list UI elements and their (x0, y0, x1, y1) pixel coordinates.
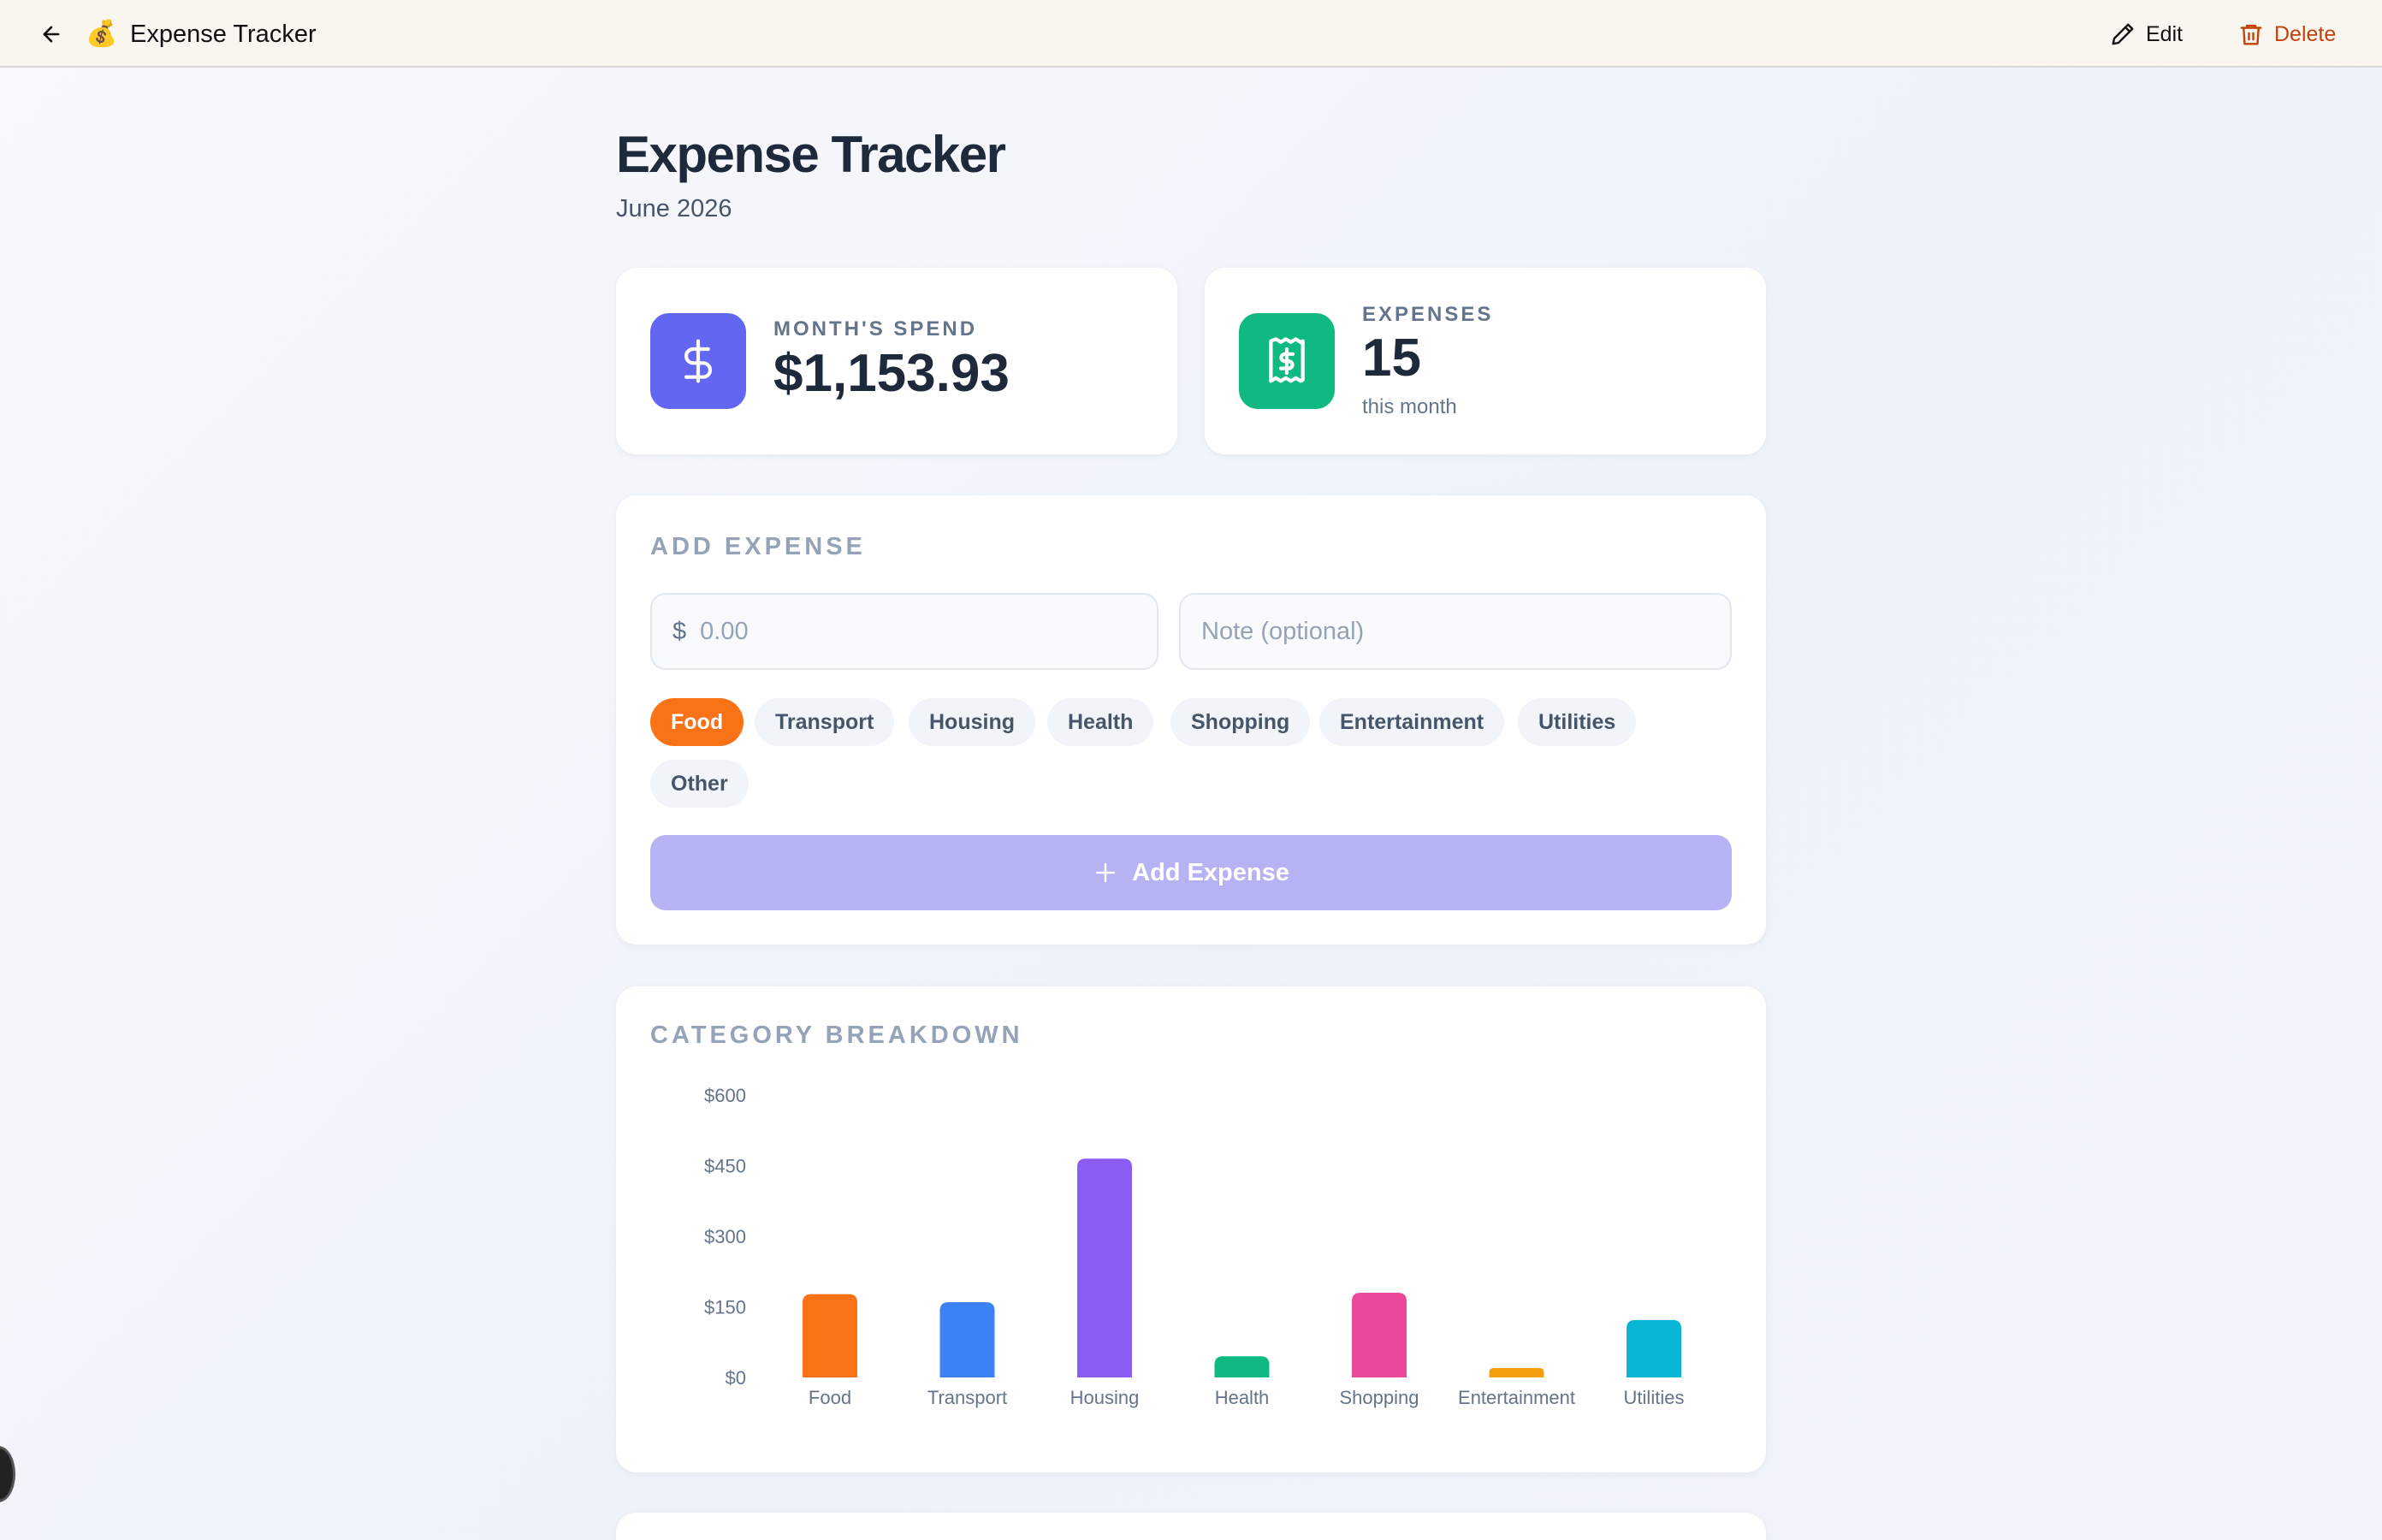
x-tick-label: Housing (1070, 1387, 1140, 1408)
x-tick-label: Utilities (1624, 1387, 1685, 1408)
x-tick-label: Transport (927, 1387, 1007, 1408)
floating-action-handle[interactable] (0, 1446, 15, 1502)
app-title: Expense Tracker (130, 21, 317, 48)
month-spend-card: MONTH'S SPEND $1,153.93 (616, 268, 1177, 454)
category-chip-food[interactable]: Food (650, 698, 744, 746)
category-bar-chart: $0 $150 $300 $450 $600 Food Transport Housing He… (704, 1085, 1685, 1408)
bar-health (1214, 1356, 1270, 1377)
bar-entertainment (1489, 1368, 1544, 1377)
category-chip-other[interactable]: Other (650, 760, 749, 808)
amount-input[interactable]: $ 0.00 (650, 593, 1158, 670)
delete-label: Delete (2274, 21, 2337, 46)
amount-placeholder: 0.00 (700, 617, 749, 645)
delete-button[interactable]: Delete (2238, 17, 2336, 51)
x-tick-label: Health (1215, 1387, 1270, 1408)
x-tick-label: Entertainment (1458, 1387, 1575, 1408)
receipt-icon (1239, 313, 1335, 409)
y-tick-label: $150 (704, 1297, 746, 1318)
arrow-left-icon (43, 26, 60, 43)
category-chip-transport[interactable]: Transport (755, 698, 895, 746)
category-chip-housing[interactable]: Housing (909, 698, 1035, 746)
x-tick-label: Shopping (1340, 1387, 1419, 1408)
category-chip-shopping[interactable]: Shopping (1170, 698, 1311, 746)
trash-icon (2240, 24, 2262, 45)
expenses-note: this month (1362, 395, 1457, 418)
expenses-value: 15 (1362, 329, 1421, 388)
bar-transport (939, 1302, 995, 1377)
next-section-card (616, 1513, 1766, 1540)
page-subtitle: June 2026 (616, 195, 732, 222)
expenses-label: EXPENSES (1362, 303, 1494, 326)
add-expense-button-label: Add Expense (1132, 858, 1289, 886)
month-spend-label: MONTH'S SPEND (773, 317, 978, 341)
y-tick-label: $600 (704, 1085, 746, 1106)
edit-label: Edit (2146, 21, 2184, 46)
add-expense-heading: ADD EXPENSE (650, 533, 866, 560)
category-chip-utilities[interactable]: Utilities (1518, 698, 1637, 746)
money-bag-icon: 💰 (86, 20, 118, 48)
back-button[interactable] (36, 19, 67, 50)
category-chip-entertainment[interactable]: Entertainment (1319, 698, 1505, 746)
y-tick-label: $300 (704, 1226, 746, 1247)
category-breakdown-card: CATEGORY BREAKDOWN $0 $150 $300 $450 $600 Foo… (616, 986, 1766, 1472)
month-spend-value: $1,153.93 (773, 344, 1010, 403)
top-bar: 💰 Expense Tracker Edit Delete (0, 0, 2382, 68)
note-placeholder: Note (optional) (1201, 617, 1365, 645)
edit-button[interactable]: Edit (2110, 17, 2183, 51)
y-tick-label: $0 (726, 1367, 746, 1389)
bar-shopping (1352, 1293, 1407, 1377)
plus-icon (1095, 862, 1116, 883)
bar-utilities (1627, 1319, 1681, 1377)
note-input[interactable]: Note (optional) (1179, 593, 1732, 670)
category-chip-health[interactable]: Health (1047, 698, 1154, 746)
dollar-icon (650, 313, 746, 409)
y-tick-label: $450 (704, 1156, 746, 1177)
bar-housing (1077, 1158, 1132, 1377)
x-tick-label: Food (809, 1387, 851, 1408)
pencil-icon (2112, 23, 2134, 45)
expenses-count-card: EXPENSES 15 this month (1205, 268, 1766, 454)
add-expense-card: ADD EXPENSE $ 0.00 Note (optional) Food … (616, 495, 1766, 945)
currency-symbol: $ (673, 617, 687, 645)
page-title: Expense Tracker (616, 126, 1006, 183)
bar-food (803, 1294, 857, 1377)
add-expense-button[interactable]: Add Expense (650, 835, 1732, 910)
